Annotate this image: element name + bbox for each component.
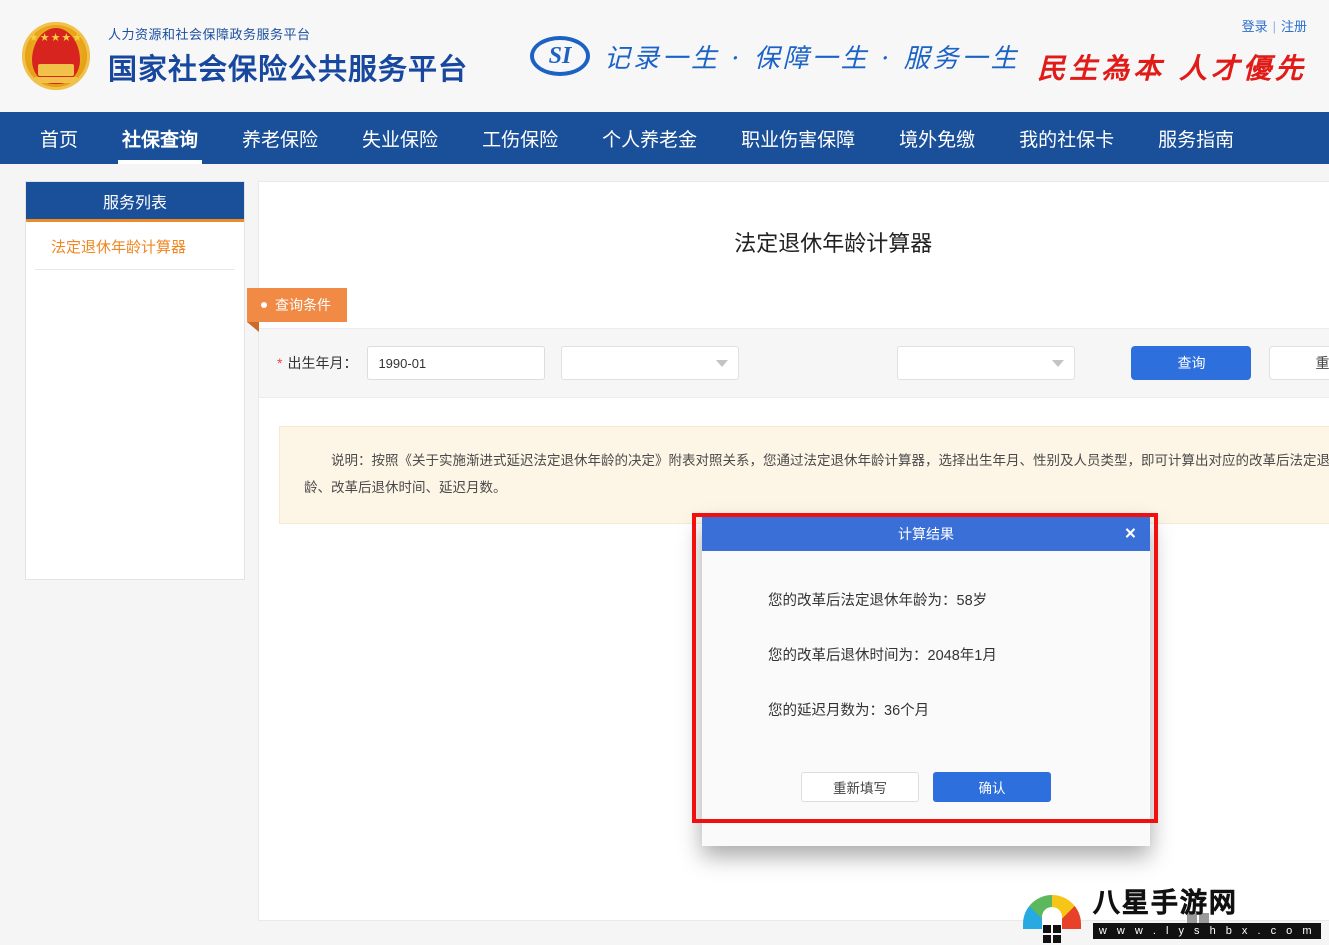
brand-block: 人力资源和社会保障政务服务平台 国家社会保险公共服务平台 [108, 24, 468, 88]
platform-title: 国家社会保险公共服务平台 [108, 54, 469, 86]
service-list-sidebar: 服务列表 法定退休年龄计算器 [25, 181, 245, 580]
page-root: ★★★★★ 人力资源和社会保障政务服务平台 国家社会保险公共服务平台 SI 记录… [0, 0, 1329, 945]
si-logo-text: SI [548, 42, 572, 69]
gender-select[interactable] [561, 346, 740, 380]
query-button[interactable]: 查询 [1131, 346, 1252, 380]
result-delay-months: 您的延迟月数为：36个月 [768, 703, 930, 719]
chevron-down-icon [1052, 360, 1065, 367]
query-form-row: * 出生年月： 查询 重置 [259, 328, 1329, 398]
confirm-button[interactable]: 确认 [933, 772, 1051, 802]
nav-item-overseas-exemption[interactable]: 境外免缴 [877, 112, 997, 164]
nav-item-social-security-query[interactable]: 社保查询 [100, 112, 220, 164]
result-retirement-age: 您的改革后法定退休年龄为：58岁 [768, 593, 988, 609]
modal-title: 计算结果 [898, 526, 954, 542]
nav-item-unemployment-insurance[interactable]: 失业保险 [340, 112, 460, 164]
sidebar-item-retirement-calculator[interactable]: 法定退休年龄计算器 [35, 222, 235, 270]
modal-footer: 重新填写 确认 [702, 772, 1150, 846]
nav-item-personal-pension[interactable]: 个人养老金 [580, 112, 719, 164]
main-panel: 法定退休年龄计算器 查询条件 * 出生年月： 查询 重置 说明：按照《关于实施渐… [247, 181, 1329, 921]
nav-item-my-card[interactable]: 我的社保卡 [997, 112, 1136, 164]
nav-item-service-guide[interactable]: 服务指南 [1136, 112, 1256, 164]
birth-date-label: 出生年月： [287, 355, 358, 371]
query-condition-tab: 查询条件 [247, 288, 347, 332]
header-right: 登录 | 注册 民生為本 人才優先 [1037, 16, 1307, 87]
person-type-select[interactable] [897, 346, 1076, 380]
page-title: 法定退休年龄计算器 [734, 231, 933, 256]
required-mark: * [277, 355, 283, 371]
watermark: 八星手游网 w w w . l y s h b x . c o m [1022, 881, 1321, 943]
platform-subtitle: 人力资源和社会保障政务服务平台 [108, 27, 311, 42]
nav-item-pension-insurance[interactable]: 养老保险 [220, 112, 340, 164]
red-calligraphy-slogan: 民生為本 人才優先 [1037, 52, 1307, 85]
nav-item-work-injury-insurance[interactable]: 工伤保险 [460, 112, 580, 164]
close-icon[interactable]: × [1125, 525, 1136, 544]
refill-button[interactable]: 重新填写 [801, 772, 919, 802]
slogan-block: SI 记录一生 · 保障一生 · 服务一生 [530, 34, 1020, 78]
national-emblem-icon: ★★★★★ [22, 22, 90, 90]
login-link[interactable]: 登录 [1242, 19, 1268, 34]
result-retirement-date: 您的改革后退休时间为：2048年1月 [768, 648, 997, 664]
birth-date-input[interactable] [367, 346, 546, 380]
nav-item-home[interactable]: 首页 [18, 112, 100, 164]
result-modal: 计算结果 × 您的改革后法定退休年龄为：58岁 您的改革后退休时间为：2048年… [702, 517, 1150, 846]
explanation-note: 说明：按照《关于实施渐进式延迟法定退休年龄的决定》附表对照关系，您通过法定退休年… [279, 426, 1329, 524]
watermark-url: w w w . l y s h b x . c o m [1092, 923, 1321, 939]
watermark-logo-icon [1022, 883, 1085, 943]
query-condition-label: 查询条件 [275, 297, 331, 313]
slogan-text: 记录一生 · 保障一生 · 服务一生 [604, 43, 1020, 74]
nav-item-occupational-injury[interactable]: 职业伤害保障 [719, 112, 877, 164]
register-link[interactable]: 注册 [1281, 19, 1307, 34]
auth-divider: | [1272, 19, 1276, 34]
watermark-text-block: 八星手游网 w w w . l y s h b x . c o m [1093, 881, 1321, 939]
bullet-icon [261, 302, 267, 308]
auth-links: 登录 | 注册 [1037, 16, 1307, 35]
main-navigation: 首页 社保查询 养老保险 失业保险 工伤保险 个人养老金 职业伤害保障 境外免缴… [0, 112, 1329, 164]
reset-button[interactable]: 重置 [1269, 346, 1329, 380]
chevron-down-icon [716, 360, 729, 367]
watermark-site-name: 八星手游网 [1092, 888, 1238, 919]
modal-body: 您的改革后法定退休年龄为：58岁 您的改革后退休时间为：2048年1月 您的延迟… [702, 551, 1150, 772]
modal-header: 计算结果 × [702, 517, 1150, 551]
content-wrapper: 服务列表 法定退休年龄计算器 法定退休年龄计算器 查询条件 * 出生年月： 查询 [0, 164, 1329, 921]
sidebar-header: 服务列表 [26, 182, 244, 222]
site-header: ★★★★★ 人力资源和社会保障政务服务平台 国家社会保险公共服务平台 SI 记录… [0, 0, 1329, 112]
si-logo-icon: SI [530, 34, 591, 78]
